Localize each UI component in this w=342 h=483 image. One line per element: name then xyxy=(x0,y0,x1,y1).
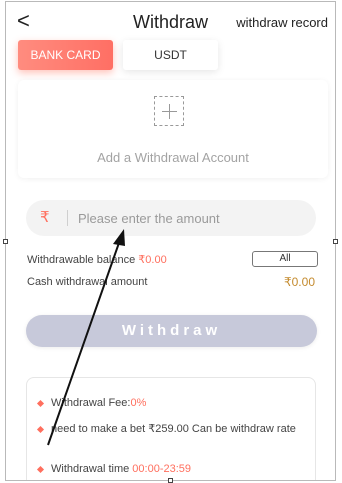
diamond-bullet-icon xyxy=(36,399,45,408)
input-divider xyxy=(67,210,68,226)
cash-withdrawal-label: Cash withdrawal amount xyxy=(27,276,148,288)
note-highlight: 00:00-23:59 xyxy=(132,463,192,475)
all-button[interactable]: All xyxy=(252,251,318,267)
withdrawable-balance-label: Withdrawable balance xyxy=(27,254,136,266)
page-title: Withdraw xyxy=(133,12,209,32)
cash-withdrawal-value: ₹0.00 xyxy=(284,275,315,289)
resize-handle xyxy=(168,478,173,483)
add-withdrawal-account-card[interactable]: Add a Withdrawal Account xyxy=(18,80,328,178)
note-text: Withdrawal time xyxy=(51,463,133,475)
app-frame: < Withdraw withdraw record BANK CARD USD… xyxy=(5,1,336,481)
tab-usdt[interactable]: USDT xyxy=(123,40,218,70)
diamond-bullet-icon xyxy=(36,465,45,474)
tab-bank-card[interactable]: BANK CARD xyxy=(18,40,113,70)
add-account-label: Add a Withdrawal Account xyxy=(97,150,249,165)
note-text: Withdrawal Fee: xyxy=(51,397,131,409)
plus-icon xyxy=(154,96,184,126)
note-text: need to make a bet ₹259.00 Can be withdr… xyxy=(51,423,296,435)
resize-handle xyxy=(333,239,338,244)
header: < Withdraw withdraw record xyxy=(6,2,335,42)
back-icon[interactable]: < xyxy=(17,9,30,33)
withdrawable-balance-row: Withdrawable balance ₹0.00 xyxy=(27,253,167,266)
rupee-icon: ₹ xyxy=(40,209,50,226)
note-highlight: 0% xyxy=(130,397,147,409)
withdrawal-notes: Withdrawal Fee:0% need to make a bet ₹25… xyxy=(26,377,316,480)
amount-input[interactable] xyxy=(78,207,298,229)
withdraw-button[interactable]: Withdraw xyxy=(26,315,317,347)
withdraw-record-link[interactable]: withdraw record xyxy=(236,15,328,30)
diamond-bullet-icon xyxy=(36,425,45,434)
resize-handle xyxy=(3,239,8,244)
withdrawable-balance-value: ₹0.00 xyxy=(138,254,167,266)
amount-input-field[interactable]: ₹ xyxy=(26,200,316,236)
